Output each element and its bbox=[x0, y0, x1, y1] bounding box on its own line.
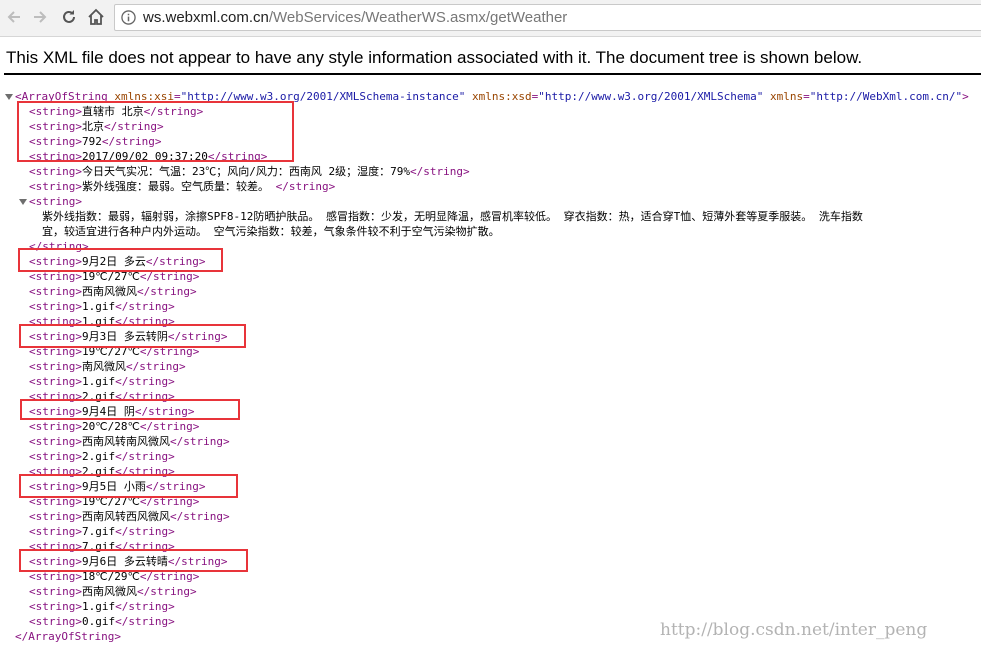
forward-button[interactable] bbox=[29, 6, 51, 28]
close-tag: </string> bbox=[125, 360, 186, 373]
string-value: 紫外线指数：最弱，辐射弱，涂擦SPF8-12防晒护肤品。 感冒指数：少发，无明显… bbox=[42, 210, 863, 223]
collapse-triangle-icon[interactable] bbox=[19, 198, 27, 206]
xml-line: <string> bbox=[29, 194, 82, 209]
attr-name: xmlns bbox=[763, 90, 804, 103]
xml-line: <string>西南风微风</string> bbox=[29, 584, 197, 599]
close-tag: </string> bbox=[115, 450, 175, 463]
highlight-box bbox=[19, 549, 248, 572]
open-tag: <string> bbox=[29, 600, 82, 613]
url-host: ws.webxml.com.cn bbox=[143, 9, 269, 26]
open-tag: <string> bbox=[29, 180, 82, 193]
address-bar[interactable]: ws.webxml.com.cn/WebServices/WeatherWS.a… bbox=[114, 4, 981, 31]
xml-line: <string>紫外线强度：最弱。空气质量：较差。 </string> bbox=[29, 179, 335, 194]
open-tag: <string> bbox=[29, 510, 82, 523]
close-tag: </string> bbox=[115, 615, 175, 628]
notice-divider bbox=[4, 73, 981, 75]
root-open-bracket: > bbox=[962, 90, 969, 103]
attr-value: "http://WebXml.com.cn/" bbox=[809, 90, 963, 103]
close-tag: </string> bbox=[169, 510, 230, 523]
xml-line: <string>西南风微风</string> bbox=[29, 284, 197, 299]
string-value: 今日天气实况：气温：23℃；风向/风力：西南风 2级；湿度：79% bbox=[81, 165, 410, 178]
reload-button[interactable] bbox=[58, 6, 80, 28]
close-tag: </string> bbox=[169, 435, 230, 448]
attr-name: xmlns:xsd bbox=[465, 90, 532, 103]
url-path: /WebServices/WeatherWS.asmx/getWeather bbox=[268, 9, 568, 26]
open-tag: <string> bbox=[29, 615, 82, 628]
xml-line: <string>2.gif</string> bbox=[29, 449, 175, 464]
browser-toolbar: ws.webxml.com.cn/WebServices/WeatherWS.a… bbox=[0, 0, 981, 37]
xml-line: <string>西南风转西风微风</string> bbox=[29, 509, 230, 524]
arrow-right-icon bbox=[34, 11, 47, 23]
string-value: 西南风转南风微风 bbox=[81, 435, 170, 448]
xml-line: <string>1.gif</string> bbox=[29, 299, 175, 314]
open-tag: <string> bbox=[29, 375, 82, 388]
xml-line: <string>南风微风</string> bbox=[29, 359, 186, 374]
string-value: 1.gif bbox=[81, 375, 116, 388]
close-tag: </string> bbox=[115, 375, 175, 388]
string-value: 西南风转西风微风 bbox=[81, 510, 170, 523]
root-close-tag: </ArrayOfString> bbox=[15, 630, 121, 643]
attr-equals: = bbox=[803, 90, 810, 103]
open-tag: <string> bbox=[29, 450, 82, 463]
open-tag: <string> bbox=[29, 420, 82, 433]
xml-line: <string>西南风转南风微风</string> bbox=[29, 434, 230, 449]
string-value: 南风微风 bbox=[81, 360, 126, 373]
open-tag: <string> bbox=[29, 435, 82, 448]
back-button[interactable] bbox=[3, 6, 25, 28]
arrow-left-icon bbox=[7, 11, 20, 23]
close-tag: </string> bbox=[139, 420, 200, 433]
highlight-box bbox=[17, 101, 294, 162]
highlight-box bbox=[19, 474, 238, 498]
string-value: 1.gif bbox=[81, 300, 116, 313]
xml-line: <string>20℃/28℃</string> bbox=[29, 419, 199, 434]
open-tag: <string> bbox=[29, 195, 82, 208]
open-tag: <string> bbox=[29, 285, 82, 298]
close-tag: </string> bbox=[136, 585, 197, 598]
home-button[interactable] bbox=[85, 6, 107, 28]
xml-line: 宜，较适宜进行各种户内外运动。 空气污染指数：较差，气象条件较不利于空气污染物扩… bbox=[42, 224, 500, 239]
xml-line: <string>1.gif</string> bbox=[29, 374, 175, 389]
string-value: 2.gif bbox=[81, 450, 116, 463]
open-tag: <string> bbox=[29, 360, 82, 373]
string-value: 20℃/28℃ bbox=[81, 420, 140, 433]
xml-style-notice: This XML file does not appear to have an… bbox=[6, 48, 863, 67]
close-tag: </string> bbox=[115, 300, 175, 313]
highlight-box bbox=[19, 324, 246, 348]
string-value: 西南风微风 bbox=[81, 585, 137, 598]
home-icon bbox=[88, 8, 104, 25]
open-tag: <string> bbox=[29, 525, 82, 538]
open-tag: <string> bbox=[29, 585, 82, 598]
xml-line: <string>1.gif</string> bbox=[29, 599, 175, 614]
info-icon[interactable] bbox=[121, 10, 136, 25]
close-tag: </string> bbox=[136, 285, 197, 298]
xml-line: <string>7.gif</string> bbox=[29, 524, 175, 539]
close-tag: </string> bbox=[275, 180, 336, 193]
highlight-box bbox=[20, 399, 240, 420]
watermark: http://blog.csdn.net/inter_peng bbox=[660, 620, 928, 640]
string-value: 7.gif bbox=[81, 525, 116, 538]
string-value: 宜，较适宜进行各种户内外运动。 空气污染指数：较差，气象条件较不利于空气污染物扩… bbox=[42, 225, 500, 238]
close-tag: </string> bbox=[115, 600, 175, 613]
open-tag: <string> bbox=[29, 300, 82, 313]
xml-line: <string>今日天气实况：气温：23℃；风向/风力：西南风 2级；湿度：79… bbox=[29, 164, 470, 179]
attr-value: "http://www.w3.org/2001/XMLSchema" bbox=[538, 90, 764, 103]
highlight-box bbox=[18, 248, 223, 272]
string-value: 西南风微风 bbox=[81, 285, 137, 298]
string-value: 1.gif bbox=[81, 600, 116, 613]
string-value: 紫外线强度：最弱。空气质量：较差。 bbox=[81, 180, 276, 193]
open-tag: <string> bbox=[29, 165, 82, 178]
reload-icon bbox=[63, 10, 75, 23]
collapse-triangle-icon[interactable] bbox=[5, 93, 13, 101]
close-tag: </string> bbox=[409, 165, 470, 178]
close-tag: </string> bbox=[115, 525, 175, 538]
xml-line: <string>0.gif</string> bbox=[29, 614, 175, 629]
string-value: 0.gif bbox=[81, 615, 116, 628]
xml-line: </ArrayOfString> bbox=[15, 629, 121, 644]
xml-line: 紫外线指数：最弱，辐射弱，涂擦SPF8-12防晒护肤品。 感冒指数：少发，无明显… bbox=[42, 209, 863, 224]
url-text: ws.webxml.com.cn/WebServices/WeatherWS.a… bbox=[143, 9, 567, 27]
